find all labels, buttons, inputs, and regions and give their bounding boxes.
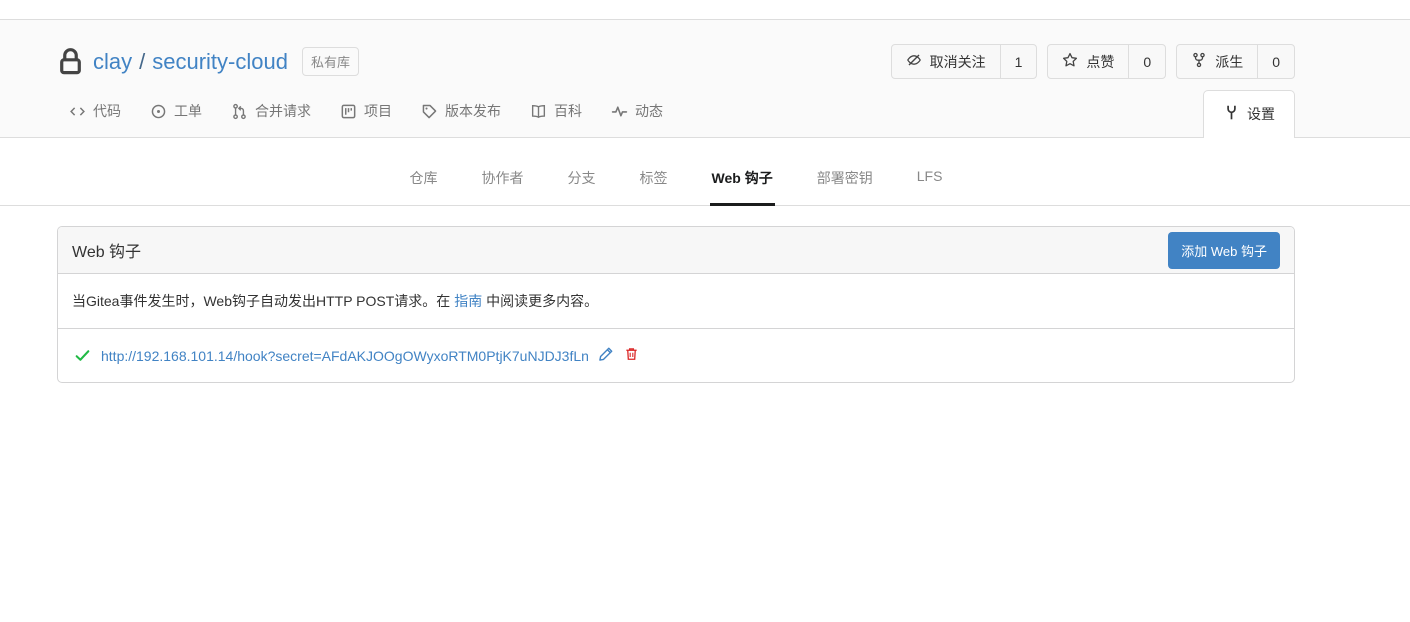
description-text-before: 当Gitea事件发生时，Web钩子自动发出HTTP POST请求。在 [72,293,454,309]
edit-webhook-button[interactable] [598,346,614,365]
subtab-branches[interactable]: 分支 [566,138,598,206]
webhook-success-check-icon [74,347,91,364]
tab-pull-requests[interactable]: 合并请求 [231,89,311,137]
webhooks-description: 当Gitea事件发生时，Web钩子自动发出HTTP POST请求。在 指南 中阅… [58,274,1294,329]
top-strip [0,0,1410,20]
tab-projects[interactable]: 项目 [340,89,392,137]
repo-header: clay / security-cloud 私有库 取消关注 [0,20,1410,138]
subtab-lfs[interactable]: LFS [915,138,945,206]
repo-nav: 代码 工单 [57,89,1295,137]
tab-activity-label: 动态 [635,101,663,121]
star-button[interactable]: 点赞 0 [1047,44,1166,79]
unwatch-label: 取消关注 [930,52,986,72]
watch-count[interactable]: 1 [1000,45,1037,78]
path-separator: / [139,49,145,75]
tab-code-label: 代码 [93,101,121,121]
repo-title-row: clay / security-cloud 私有库 取消关注 [57,20,1295,79]
webhook-url-link[interactable]: http://192.168.101.14/hook?secret=AFdAKJ… [101,348,589,364]
panel-title: Web 钩子 [72,238,141,262]
main-content: Web 钩子 添加 Web 钩子 当Gitea事件发生时，Web钩子自动发出HT… [0,206,1410,383]
eye-slash-icon [906,52,922,71]
star-count[interactable]: 0 [1128,45,1165,78]
repo-action-buttons: 取消关注 1 点赞 0 [891,44,1295,79]
book-icon [530,103,547,120]
code-icon [69,103,86,120]
delete-webhook-button[interactable] [624,346,639,365]
tab-settings-label: 设置 [1247,104,1275,124]
webhooks-panel-header: Web 钩子 添加 Web 钩子 [58,227,1294,274]
tab-releases-label: 版本发布 [445,101,501,121]
tab-issues[interactable]: 工单 [150,89,202,137]
tab-settings[interactable]: 设置 [1203,90,1295,138]
subtab-repository[interactable]: 仓库 [408,138,440,206]
tab-wiki-label: 百科 [554,101,582,121]
tab-wiki[interactable]: 百科 [530,89,582,137]
guide-link[interactable]: 指南 [454,293,482,309]
tab-code[interactable]: 代码 [69,89,121,137]
breadcrumb: clay / security-cloud [93,49,288,75]
tab-activity[interactable]: 动态 [611,89,663,137]
unwatch-button[interactable]: 取消关注 1 [891,44,1038,79]
fork-icon [1191,52,1207,71]
fork-label: 派生 [1215,52,1243,72]
trash-icon [624,346,639,365]
pencil-icon [598,346,614,365]
subtab-deploy-keys[interactable]: 部署密钥 [815,138,875,206]
tab-projects-label: 项目 [364,101,392,121]
tab-pull-requests-label: 合并请求 [255,101,311,121]
subtab-tags[interactable]: 标签 [638,138,670,206]
webhook-list-item: http://192.168.101.14/hook?secret=AFdAKJ… [58,329,1294,382]
add-webhook-button[interactable]: 添加 Web 钩子 [1168,232,1280,269]
star-label: 点赞 [1086,52,1114,72]
fork-button[interactable]: 派生 0 [1176,44,1295,79]
fork-count[interactable]: 0 [1257,45,1294,78]
repo-nav-tabs: 代码 工单 [57,89,663,137]
settings-subnav: 仓库 协作者 分支 标签 Web 钩子 部署密钥 LFS [0,138,1410,206]
subtab-collaborators[interactable]: 协作者 [480,138,526,206]
star-icon [1062,52,1078,71]
tab-issues-label: 工单 [174,101,202,121]
tag-icon [421,103,438,120]
lock-icon [57,46,84,77]
pulse-icon [611,103,628,120]
pull-request-icon [231,103,248,120]
tab-releases[interactable]: 版本发布 [421,89,501,137]
wrench-icon [1223,104,1240,124]
webhooks-panel: Web 钩子 添加 Web 钩子 当Gitea事件发生时，Web钩子自动发出HT… [57,226,1295,383]
repo-name-link[interactable]: security-cloud [152,49,288,75]
visibility-badge: 私有库 [302,47,359,76]
issue-icon [150,103,167,120]
description-text-after: 中阅读更多内容。 [482,293,598,309]
repo-owner-link[interactable]: clay [93,49,132,75]
subtab-webhooks[interactable]: Web 钩子 [710,138,775,206]
project-icon [340,103,357,120]
